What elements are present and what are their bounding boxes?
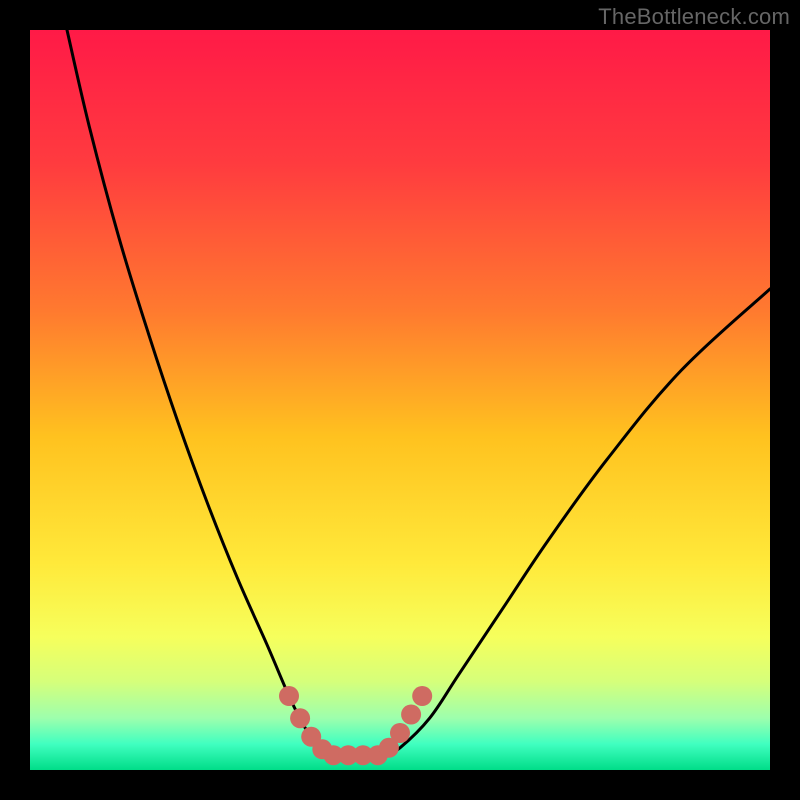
marker-dot [290,708,310,728]
marker-dot [412,686,432,706]
watermark-text: TheBottleneck.com [598,4,790,30]
bottleneck-curve-chart [30,30,770,770]
marker-dot [401,705,421,725]
plot-area [30,30,770,770]
gradient-background [30,30,770,770]
marker-dot [390,723,410,743]
marker-dot [279,686,299,706]
chart-frame: TheBottleneck.com [0,0,800,800]
